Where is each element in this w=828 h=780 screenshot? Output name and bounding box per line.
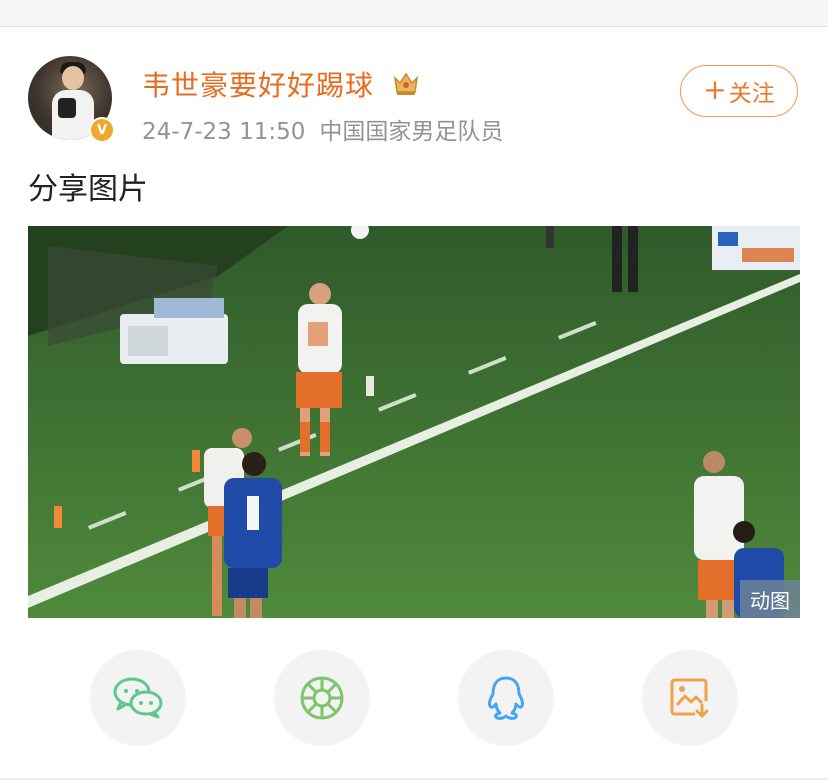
username[interactable]: 韦世豪要好好踢球 bbox=[142, 64, 374, 104]
top-status-strip bbox=[0, 0, 828, 27]
follow-button[interactable]: + 关注 bbox=[680, 65, 798, 117]
verified-badge-icon: V bbox=[89, 117, 115, 143]
post-media-gif[interactable]: 动图 bbox=[28, 226, 800, 618]
plus-icon: + bbox=[703, 72, 727, 106]
share-wechat-button[interactable] bbox=[90, 650, 186, 746]
follow-label: 关注 bbox=[728, 81, 775, 107]
moments-icon bbox=[300, 676, 344, 720]
share-bar bbox=[0, 650, 828, 746]
qq-icon bbox=[488, 676, 524, 720]
verification-text: 中国国家男足队员 bbox=[319, 119, 504, 145]
share-moments-button[interactable] bbox=[274, 650, 370, 746]
save-image-icon bbox=[670, 678, 709, 718]
gif-badge: 动图 bbox=[740, 580, 800, 618]
save-image-button[interactable] bbox=[642, 650, 738, 746]
post-timestamp: 24-7-23 11:50 bbox=[142, 119, 306, 145]
share-qq-button[interactable] bbox=[458, 650, 554, 746]
crown-badge-icon[interactable] bbox=[391, 68, 421, 98]
post-meta: 24-7-23 11:50 中国国家男足队员 bbox=[142, 112, 503, 146]
wechat-icon bbox=[113, 677, 163, 719]
post-text: 分享图片 bbox=[28, 172, 148, 207]
soccer-field-image bbox=[28, 226, 800, 618]
